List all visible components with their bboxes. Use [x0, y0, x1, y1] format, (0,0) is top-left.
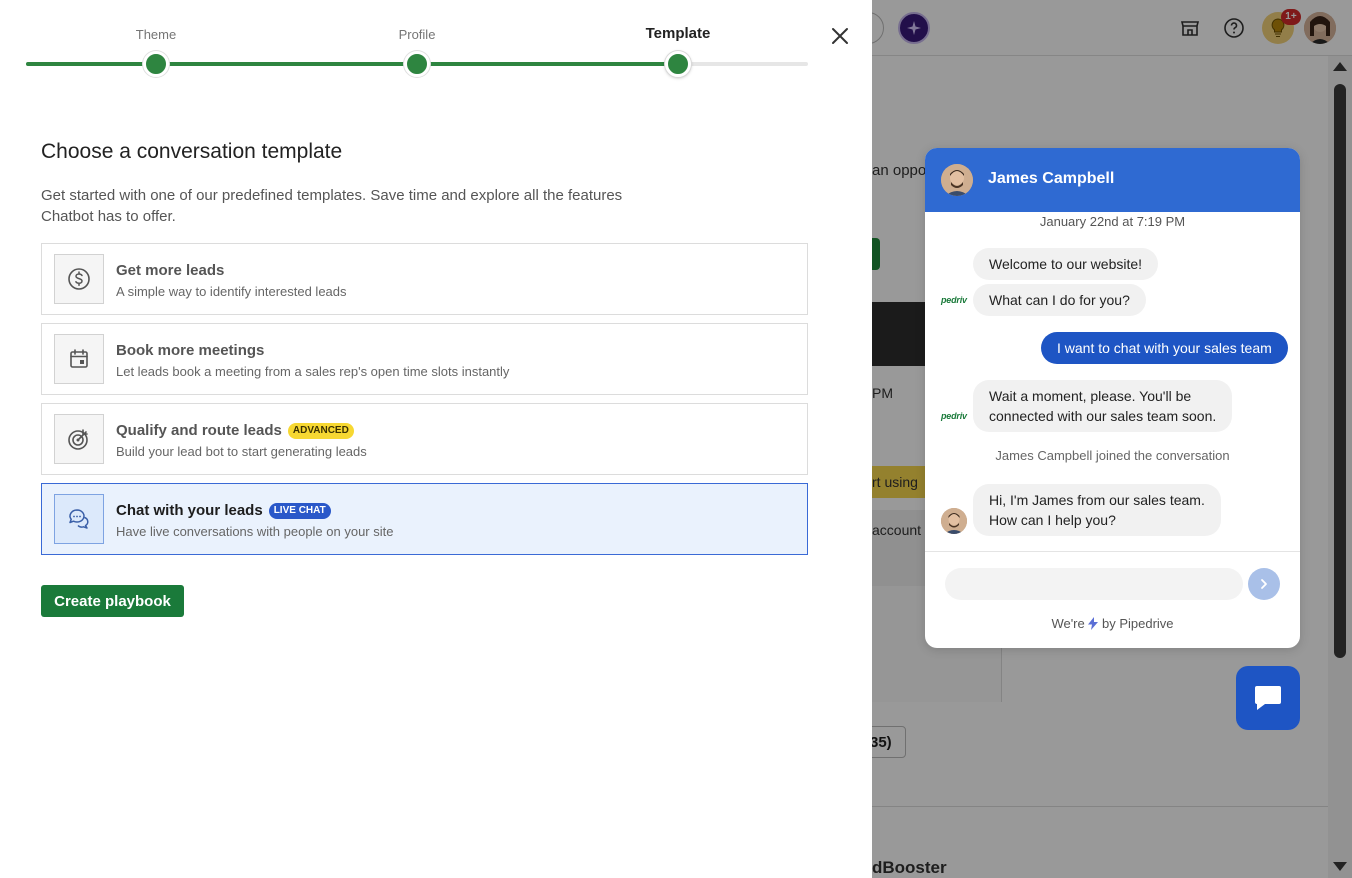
agent-message-line: Hi, I'm James from our sales team.	[989, 492, 1205, 508]
agent-avatar-small	[941, 508, 967, 534]
bot-message: Welcome to our website!	[973, 248, 1159, 280]
powered-by-text: We're by Pipedrive	[925, 616, 1300, 631]
wizard-stepper: Theme Profile Template	[26, 24, 808, 84]
bot-logo: pedriv	[941, 295, 967, 305]
system-message: James Campbell joined the conversation	[995, 448, 1230, 463]
step-dot-template	[665, 51, 691, 77]
bot-message-line: connected with our sales team soon.	[989, 408, 1217, 424]
template-title: Qualify and route leads ADVANCED	[116, 422, 354, 439]
step-dot-theme[interactable]	[143, 51, 169, 77]
advanced-tag: ADVANCED	[287, 422, 354, 439]
template-list: Get more leads A simple way to identify …	[41, 243, 808, 563]
bot-message-line: Wait a moment, please. You'll be	[989, 388, 1192, 404]
chat-footer-divider	[925, 551, 1300, 552]
step-label-template: Template	[645, 25, 711, 42]
page-description: Get started with one of our predefined t…	[41, 187, 623, 225]
close-button[interactable]	[826, 22, 854, 50]
agent-message-line: How can I help you?	[989, 512, 1116, 528]
template-option-get-more-leads[interactable]: Get more leads A simple way to identify …	[41, 243, 808, 315]
template-title-text: Get more leads	[116, 262, 225, 279]
page-title: Choose a conversation template	[41, 140, 343, 163]
target-icon	[54, 414, 104, 464]
powered-prefix: We're	[1051, 616, 1085, 631]
chat-send-button[interactable]	[1248, 568, 1280, 600]
powered-suffix[interactable]: by Pipedrive	[1102, 616, 1174, 631]
template-subtitle: Build your lead bot to start generating …	[116, 444, 367, 459]
stepper-progress	[26, 62, 680, 66]
dollar-icon	[54, 254, 104, 304]
bot-message: What can I do for you?	[973, 284, 1146, 316]
template-option-qualify-and-route-leads[interactable]: Qualify and route leads ADVANCED Build yo…	[41, 403, 808, 475]
chat-preview-window: James Campbell January 22nd at 7:19 PM W…	[925, 148, 1300, 648]
user-message: I want to chat with your sales team	[1041, 332, 1288, 364]
chevron-right-icon	[1261, 579, 1267, 589]
live-chat-tag: LIVE CHAT	[268, 502, 331, 519]
chat-date: January 22nd at 7:19 PM	[1039, 214, 1186, 229]
template-title-text: Book more meetings	[116, 342, 265, 359]
agent-name: James Campbell	[988, 170, 1115, 187]
template-title-text: Chat with your leads	[116, 502, 263, 519]
template-option-book-more-meetings[interactable]: Book more meetings Let leads book a meet…	[41, 323, 808, 395]
template-option-chat-with-your-leads[interactable]: Chat with your leads LIVE CHAT Have live …	[41, 483, 808, 555]
agent-avatar	[941, 164, 973, 196]
template-title-text: Qualify and route leads	[116, 422, 282, 439]
chat-header: James Campbell	[925, 148, 1300, 212]
template-subtitle: A simple way to identify interested lead…	[116, 284, 347, 299]
bot-logo: pedriv	[941, 411, 967, 421]
step-label-theme[interactable]: Theme	[136, 27, 176, 42]
chat-launcher-button[interactable]	[1236, 666, 1300, 730]
lightning-icon	[1088, 617, 1099, 630]
create-playbook-button[interactable]: Create playbook	[41, 585, 184, 617]
chat-message-input[interactable]	[945, 568, 1243, 600]
agent-message: Hi, I'm James from our sales team. How c…	[973, 484, 1221, 536]
step-dot-profile[interactable]	[404, 51, 430, 77]
chat-bubble-icon	[1255, 686, 1281, 710]
template-subtitle: Let leads book a meeting from a sales re…	[116, 364, 510, 379]
template-title: Chat with your leads LIVE CHAT	[116, 502, 331, 519]
chat-bubbles-icon	[54, 494, 104, 544]
playbook-wizard-modal: Theme Profile Template Choose a conversa…	[0, 0, 872, 878]
step-label-profile[interactable]: Profile	[399, 27, 436, 42]
bot-message: Wait a moment, please. You'll be connect…	[973, 380, 1233, 432]
template-title: Book more meetings	[116, 342, 264, 359]
close-icon	[832, 28, 848, 44]
template-title: Get more leads	[116, 262, 224, 279]
calendar-icon	[54, 334, 104, 384]
template-subtitle: Have live conversations with people on y…	[116, 524, 394, 539]
